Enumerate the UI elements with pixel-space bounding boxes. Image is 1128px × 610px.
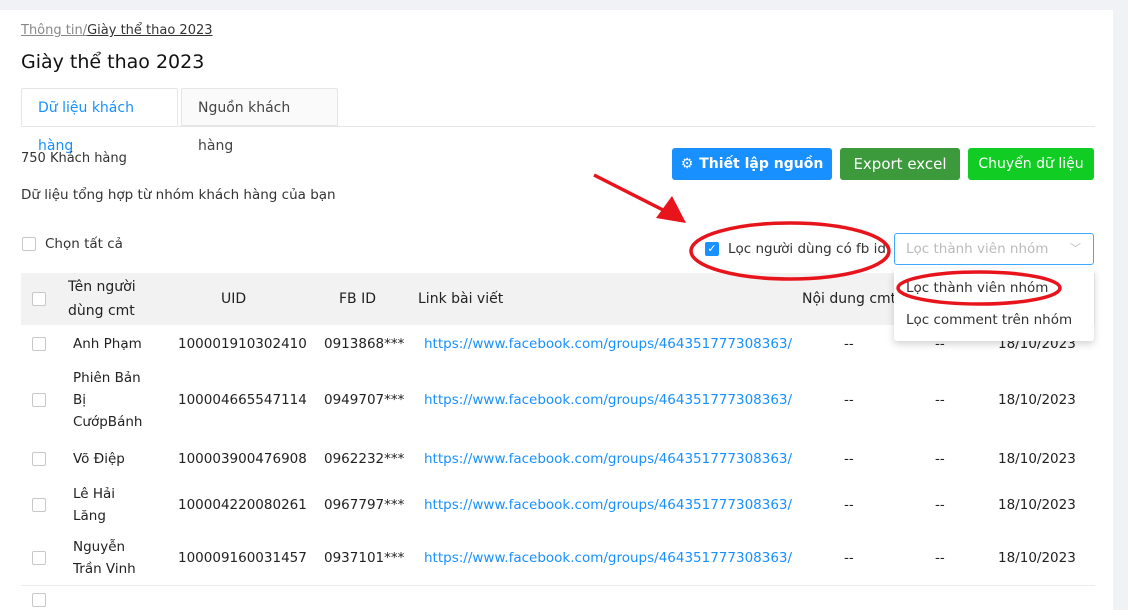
col-name-header-line1: Tên người (68, 279, 136, 295)
table-row: Lê Hải Lăng 100004220080261 0967797*** https… (21, 480, 1095, 531)
cell-date: 18/10/2023 (998, 497, 1076, 513)
row-checkbox[interactable] (32, 498, 46, 512)
select-all-label: Chọn tất cả (45, 236, 123, 252)
gear-icon: ⚙ (680, 156, 694, 172)
cell-link[interactable]: https://www.facebook.com/groups/46435177… (424, 547, 792, 569)
cell-extra: -- (935, 451, 945, 467)
select-all-checkbox[interactable] (22, 237, 36, 251)
col-name-header-line2: dùng cmt (68, 303, 135, 319)
cell-uid: 100003900476908 (178, 451, 307, 467)
cell-name-line: Lăng (73, 508, 106, 524)
cell-fbid: 0913868*** (324, 335, 405, 352)
row-checkbox[interactable] (32, 336, 46, 351)
cell-content: -- (844, 451, 854, 467)
table-row: Phiên Bản Bị CướpBánh 100004665547114 094970… (21, 362, 1095, 439)
cell-content: -- (844, 497, 854, 513)
cell-fbid: 0949707*** (324, 392, 405, 408)
cell-uid: 100009160031457 (178, 549, 307, 566)
cell-name-line: Võ Điệp (73, 451, 125, 467)
cell-date: 18/10/2023 (998, 451, 1076, 467)
cell-name-line: Anh Phạm (73, 335, 142, 352)
check-icon: ✓ (707, 242, 717, 255)
col-uid-header: UID (221, 291, 247, 307)
row-checkbox[interactable] (32, 393, 46, 407)
export-excel-button[interactable]: Export excel (840, 148, 960, 180)
member-filter-dropdown: Lọc thành viên nhóm Lọc comment trên nhó… (894, 269, 1094, 341)
header-checkbox[interactable] (32, 292, 46, 306)
col-fbid-header: FB ID (339, 291, 377, 307)
cell-content: -- (844, 549, 854, 566)
cell-name-line: Nguyễn (73, 538, 126, 555)
breadcrumb-current: Giày thể thao 2023 (87, 23, 213, 38)
cell-extra: -- (935, 392, 945, 408)
fbid-filter-checkbox[interactable]: ✓ (705, 242, 719, 256)
option-comment-filter[interactable]: Lọc comment trên nhóm (906, 312, 1072, 328)
row-checkbox[interactable] (32, 593, 46, 607)
customer-count: 750 Khách hàng (21, 151, 127, 166)
col-name-header: Tên người dùng cmt (68, 275, 136, 323)
cell-uid: 100004220080261 (178, 497, 307, 513)
cell-name: Anh Phạm (73, 333, 142, 355)
cell-content: -- (844, 392, 854, 408)
cell-name-line: Phiên Bản (73, 370, 141, 386)
cell-uid: 100004665547114 (178, 392, 307, 408)
cell-link[interactable]: https://www.facebook.com/groups/46435177… (424, 389, 792, 411)
cell-content: -- (844, 335, 854, 352)
table-row: Võ Điệp 100003900476908 0962232*** https://… (21, 438, 1095, 481)
row-checkbox[interactable] (32, 550, 46, 565)
option-member-filter[interactable]: Lọc thành viên nhóm (906, 280, 1048, 296)
tab-customer-source[interactable]: Nguồn khách hàng (181, 88, 338, 154)
cell-uid: 100001910302410 (178, 335, 307, 352)
setup-source-button[interactable]: ⚙ Thiết lập nguồn (672, 148, 832, 180)
tab-customer-data[interactable]: Dữ liệu khách hàng (21, 88, 178, 154)
col-content-header: Nội dung cmt (802, 291, 897, 307)
col-link-header: Link bài viết (418, 291, 504, 307)
cell-date: 18/10/2023 (998, 392, 1076, 408)
member-filter-select[interactable]: Lọc thành viên nhóm ﹀ (894, 233, 1094, 265)
cell-name-line: Bị (73, 392, 87, 408)
cell-extra: -- (935, 549, 945, 566)
member-filter-placeholder: Lọc thành viên nhóm (906, 241, 1049, 257)
cell-name: Lê Hải Lăng (73, 483, 115, 527)
data-description: Dữ liệu tổng hợp từ nhóm khách hàng của … (21, 187, 336, 203)
transfer-data-button[interactable]: Chuyển dữ liệu (968, 148, 1094, 180)
page-title: Giày thể thao 2023 (21, 51, 205, 73)
cell-link[interactable]: https://www.facebook.com/groups/46435177… (424, 448, 792, 470)
row-checkbox[interactable] (32, 452, 46, 466)
cell-fbid: 0967797*** (324, 497, 405, 513)
breadcrumb: Thông tin/Giày thể thao 2023 (21, 23, 213, 38)
cell-link[interactable]: https://www.facebook.com/groups/46435177… (424, 333, 792, 355)
cell-name-line: Lê Hải (73, 486, 116, 502)
cell-name: Nguyễn Trần Vinh (73, 536, 136, 580)
breadcrumb-parent-link[interactable]: Thông tin/ (21, 23, 87, 38)
table-row: Nguyễn Trần Vinh 100009160031457 0937101***… (21, 530, 1095, 586)
setup-source-label: Thiết lập nguồn (699, 156, 824, 172)
cell-extra: -- (935, 497, 945, 513)
cell-name: Võ Điệp (73, 448, 125, 470)
cell-name: Phiên Bản Bị CướpBánh (73, 367, 142, 433)
tab-bar: Dữ liệu khách hàng Nguồn khách hàng (21, 88, 1095, 154)
cell-link[interactable]: https://www.facebook.com/groups/46435177… (424, 494, 792, 516)
cell-name-line: CướpBánh (73, 414, 143, 430)
cell-fbid: 0962232*** (324, 451, 405, 467)
fbid-filter-label: Lọc người dùng có fb id (728, 241, 886, 257)
cell-date: 18/10/2023 (998, 549, 1076, 566)
cell-name-line: Trần Vinh (73, 560, 136, 577)
cell-fbid: 0937101*** (324, 549, 405, 566)
chevron-down-icon: ﹀ (1070, 242, 1081, 255)
